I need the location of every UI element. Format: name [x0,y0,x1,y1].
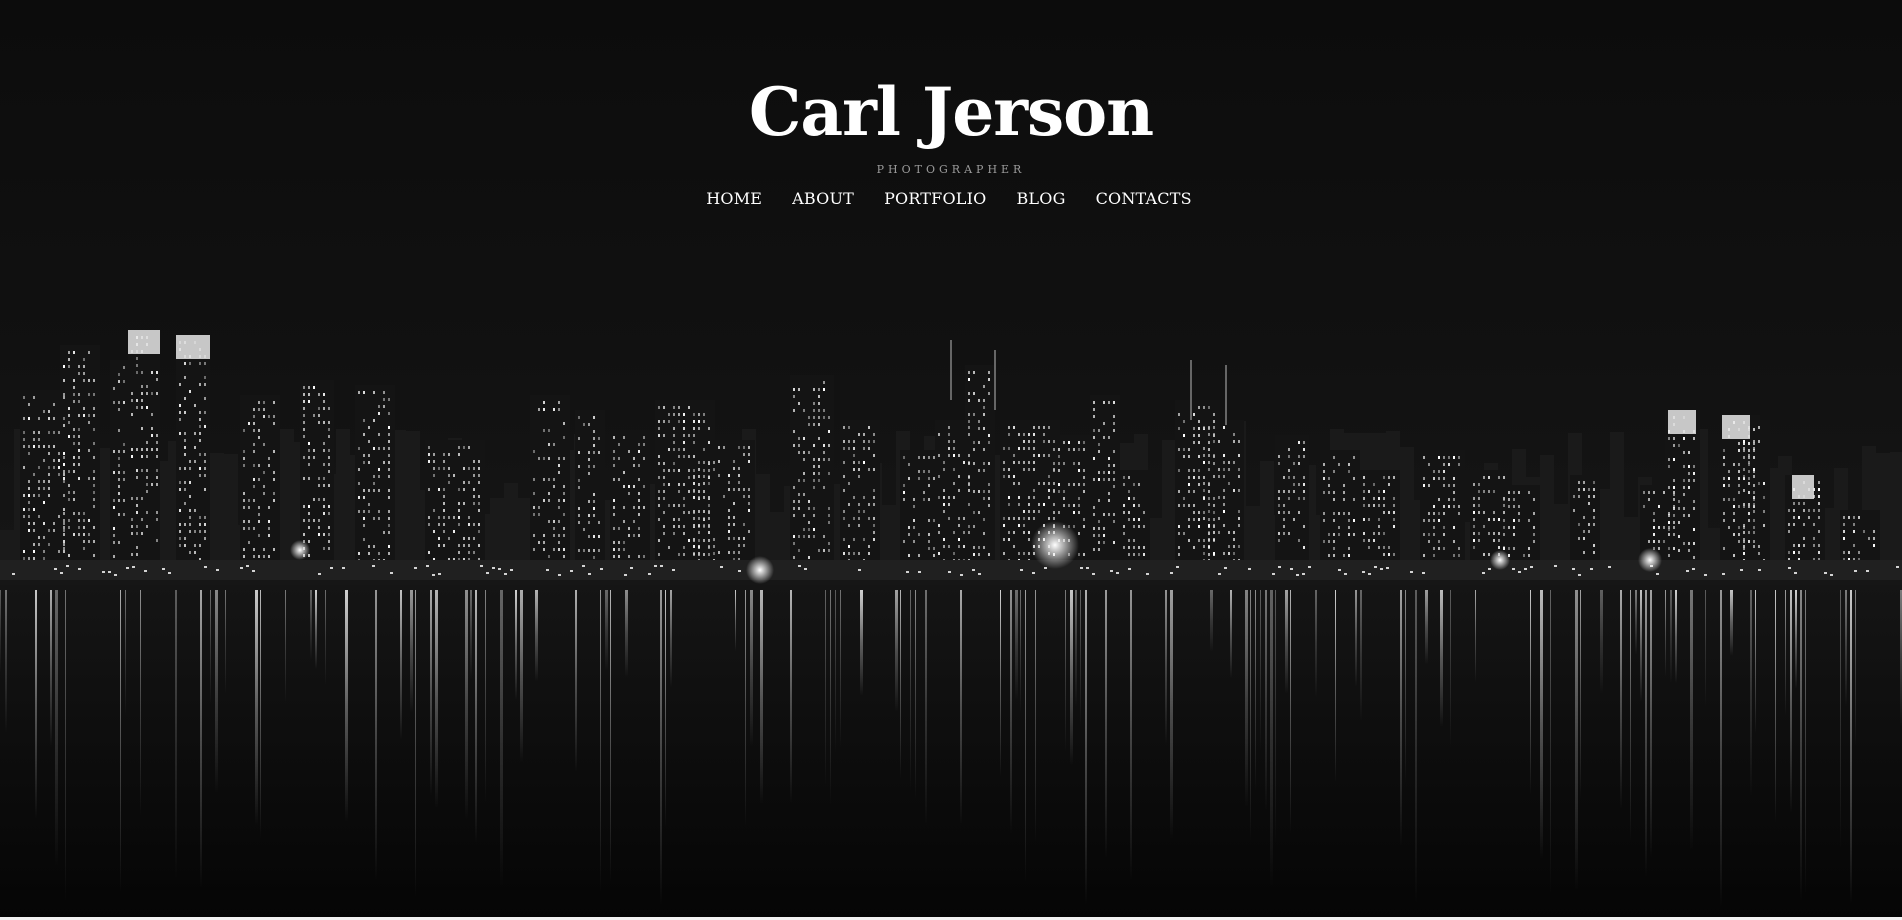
site-title[interactable]: Carl Jerson [0,72,1902,152]
nav-item-about[interactable]: ABOUT [792,189,854,208]
main-nav: HOME ABOUT PORTFOLIO BLOG CONTACTS [0,189,1900,208]
nav-item-blog[interactable]: BLOG [1016,189,1065,208]
nav-item-portfolio[interactable]: PORTFOLIO [884,189,986,208]
nav-item-contacts[interactable]: CONTACTS [1096,189,1192,208]
site-tagline: PHOTOGRAPHER [876,163,1026,176]
nav-item-home[interactable]: HOME [706,189,762,208]
